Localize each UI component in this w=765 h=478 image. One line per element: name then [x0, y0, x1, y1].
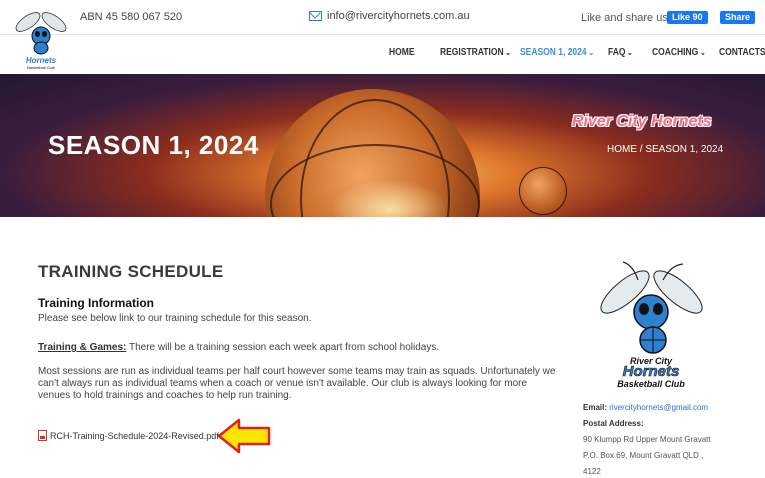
chevron-down-icon: ⌄	[699, 48, 706, 57]
sidebar-email-link[interactable]: rivercityhornets@gmail.com	[609, 403, 708, 412]
pdf-icon	[38, 430, 47, 441]
nav-coaching-label: COACHING	[652, 47, 699, 58]
training-text: There will be a training session each we…	[126, 342, 440, 353]
intro-text: Please see below link to our training sc…	[38, 313, 312, 324]
address-line-2: P.O. Box 69, Mount Gravatt QLD ,	[583, 451, 704, 460]
logo-text-line3: Basketball Club	[617, 379, 685, 389]
contact-info: Email: rivercityhornets@gmail.com Postal…	[583, 400, 711, 478]
facebook-share-button[interactable]: Share	[720, 11, 756, 24]
main-nav: HOME REGISTRATION ⌄ SEASON 1, 2024 ⌄ FAQ ⌄ …	[0, 47, 765, 61]
nav-contacts[interactable]: CONTACTS	[719, 47, 765, 58]
address-line-1: 90 Klumpp Rd Upper Mount Gravatt	[583, 435, 711, 444]
section-title: TRAINING SCHEDULE	[38, 262, 224, 281]
chevron-down-icon: ⌄	[627, 48, 633, 57]
logo-text-line2: Hornets	[623, 363, 680, 380]
email-label: Email:	[583, 403, 608, 412]
sessions-paragraph: Most sessions are run as individual team…	[38, 366, 556, 401]
mail-icon	[309, 11, 322, 21]
brand-ball-icon	[519, 167, 567, 215]
nav-registration[interactable]: REGISTRATION ⌄	[440, 47, 511, 58]
abn-text: ABN 45 580 067 520	[80, 11, 183, 23]
nav-home[interactable]: HOME	[389, 47, 415, 58]
nav-faq[interactable]: FAQ ⌄	[608, 47, 633, 58]
nav-home-label: HOME	[389, 47, 415, 58]
nav-contacts-label: CONTACTS	[719, 47, 765, 58]
postal-label: Postal Address:	[583, 419, 644, 428]
nav-faq-label: FAQ	[608, 47, 626, 58]
training-label: Training & Games:	[38, 342, 127, 353]
facebook-like-button[interactable]: Like 90	[667, 11, 708, 24]
top-bar: ABN 45 580 067 520 info@rivercityhornets…	[0, 0, 765, 35]
address-line-3: 4122	[583, 467, 601, 476]
share-text: Like and share us	[581, 12, 668, 24]
sub-title: Training Information	[38, 296, 154, 310]
top-email-text[interactable]: info@rivercityhornets.com.au	[327, 10, 470, 22]
club-logo: River City Hornets Basketball Club	[600, 261, 703, 389]
chevron-down-icon: ⌄	[588, 48, 595, 57]
chevron-down-icon: ⌄	[505, 48, 512, 57]
page-title: SEASON 1, 2024	[48, 130, 259, 160]
training-paragraph: Training & Games: There will be a traini…	[38, 342, 439, 353]
svg-text:Basketball Club: Basketball Club	[27, 65, 56, 70]
hornets-logo[interactable]: Hornets Basketball Club	[8, 6, 74, 72]
nav-season[interactable]: SEASON 1, 2024 ⌄	[520, 47, 594, 58]
nav-coaching[interactable]: COACHING ⌄	[652, 47, 706, 58]
hero-brand-text: River City Hornets	[572, 113, 712, 130]
email-row: Email: rivercityhornets@gmail.com	[583, 400, 711, 416]
breadcrumb[interactable]: HOME / SEASON 1, 2024	[607, 144, 723, 155]
pdf-link-text[interactable]: RCH-Training-Schedule-2024-Revised.pdf	[50, 431, 219, 441]
top-email-link[interactable]: info@rivercityhornets.com.au	[309, 10, 470, 22]
pdf-link[interactable]: RCH-Training-Schedule-2024-Revised.pdf	[38, 430, 219, 441]
nav-registration-label: REGISTRATION	[440, 47, 504, 58]
yellow-arrow-icon	[217, 418, 271, 454]
nav-season-label: SEASON 1, 2024	[520, 47, 587, 58]
